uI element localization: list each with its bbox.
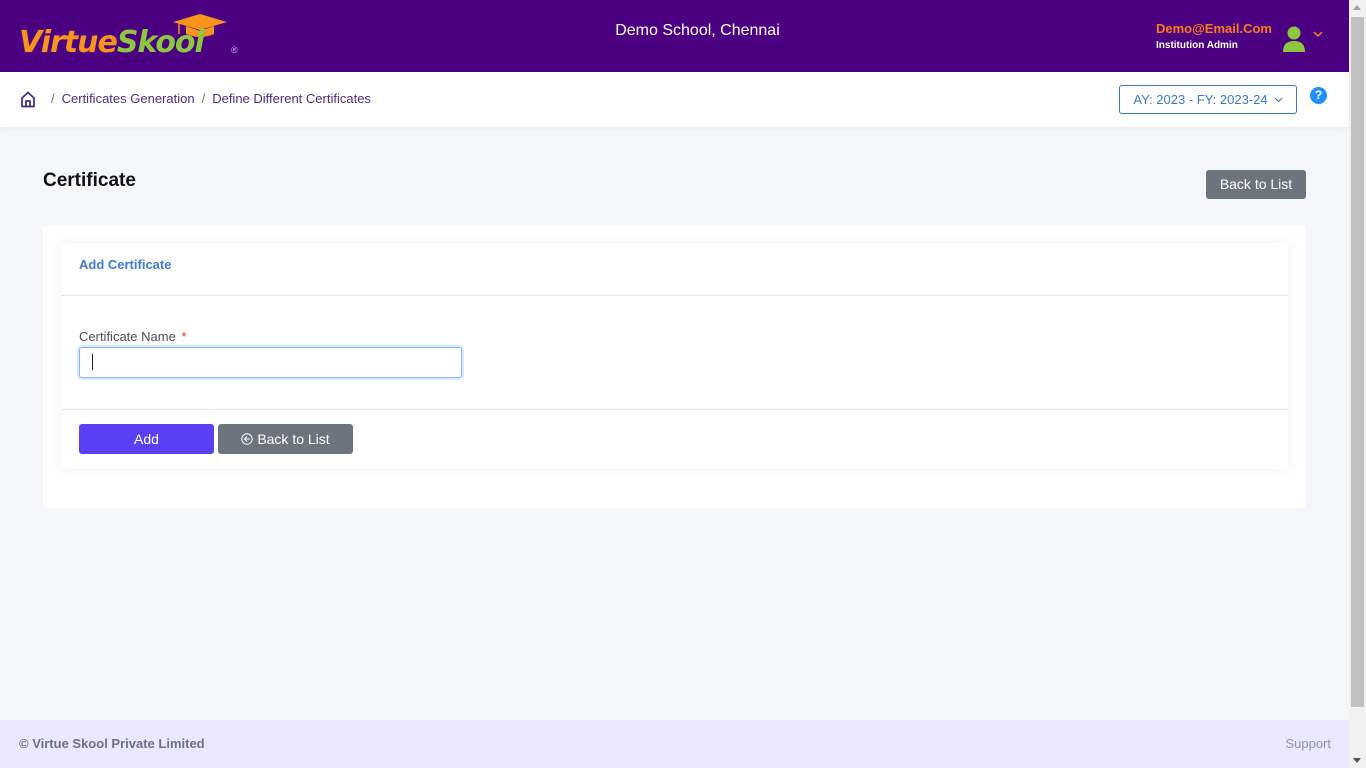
breadcrumb-bar: / Certificates Generation / Define Diffe… — [0, 72, 1349, 127]
user-avatar-icon[interactable] — [1282, 26, 1306, 52]
top-header: VirtueSkool ® Demo School, Chennai Demo@… — [0, 0, 1349, 72]
back-to-list-label: Back to List — [257, 431, 330, 447]
user-email[interactable]: Demo@Email.Com — [1156, 21, 1272, 36]
back-to-list-button-top[interactable]: Back to List — [1206, 170, 1306, 199]
certificate-name-input[interactable] — [79, 347, 462, 378]
breadcrumb-separator: / — [51, 91, 55, 106]
page-title: Certificate — [43, 170, 136, 191]
help-icon[interactable]: ? — [1310, 87, 1327, 104]
scrollbar-thumb[interactable] — [1351, 17, 1364, 707]
back-to-list-button[interactable]: Back to List — [218, 424, 353, 454]
circle-arrow-left-icon — [241, 433, 254, 445]
user-role: Institution Admin — [1156, 40, 1238, 51]
chevron-down-icon — [1274, 97, 1283, 102]
academic-year-select[interactable]: AY: 2023 - FY: 2023-24 — [1119, 85, 1297, 114]
add-certificate-card: Add Certificate Certificate Name * Add B… — [61, 243, 1288, 469]
page: VirtueSkool ® Demo School, Chennai Demo@… — [0, 0, 1349, 768]
breadcrumb-separator: / — [201, 91, 206, 106]
add-button[interactable]: Add — [79, 424, 214, 454]
divider — [61, 409, 1288, 410]
copyright: © Virtue Skool Private Limited — [19, 736, 205, 751]
academic-year-value: AY: 2023 - FY: 2023-24 — [1133, 92, 1268, 107]
required-indicator: * — [181, 329, 187, 344]
scroll-down-arrow-icon[interactable] — [1353, 758, 1361, 763]
registered-mark: ® — [231, 45, 238, 55]
breadcrumb-certificates-generation[interactable]: Certificates Generation — [62, 91, 195, 106]
certificate-name-label: Certificate Name * — [79, 329, 187, 344]
vertical-scrollbar[interactable] — [1349, 0, 1366, 768]
card-title: Add Certificate — [79, 257, 172, 272]
home-icon[interactable] — [20, 91, 36, 108]
chevron-down-icon[interactable] — [1313, 30, 1323, 38]
certificate-name-label-text: Certificate Name — [79, 329, 176, 344]
scroll-up-arrow-icon[interactable] — [1353, 5, 1361, 10]
card-header: Add Certificate — [61, 243, 1288, 296]
breadcrumb: / Certificates Generation / Define Diffe… — [44, 91, 371, 106]
breadcrumb-define-different-certificates[interactable]: Define Different Certificates — [212, 91, 371, 106]
footer: © Virtue Skool Private Limited Support — [0, 720, 1349, 768]
text-cursor — [92, 354, 93, 370]
support-link[interactable]: Support — [1285, 736, 1331, 751]
content-card: Add Certificate Certificate Name * Add B… — [43, 225, 1306, 508]
